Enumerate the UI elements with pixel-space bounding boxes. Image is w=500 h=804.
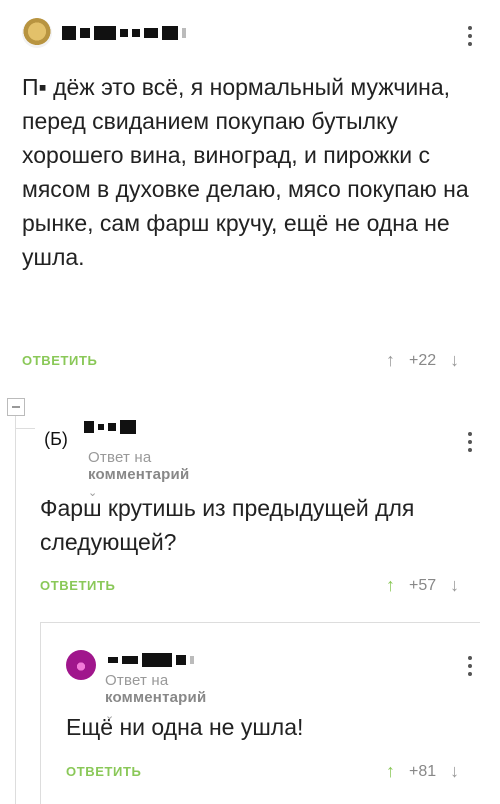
comment-text: Фарш крутишь из предыдущей для следующей… (40, 495, 415, 555)
comment-text: П▪ дёж это всё, я нормальный мужчина, пе… (22, 74, 469, 270)
vote-count: +57 (409, 576, 437, 594)
arrow-down-icon[interactable]: ↓ (450, 350, 459, 371)
arrow-up-icon[interactable]: ↑ (386, 575, 395, 596)
vote-count: +81 (409, 762, 437, 780)
kebab-menu-icon[interactable] (467, 432, 473, 452)
vote-count: +22 (409, 351, 437, 369)
arrow-down-icon[interactable]: ↓ (450, 575, 459, 596)
kebab-menu-icon[interactable] (467, 26, 473, 46)
reply-to-prefix: Ответ на (105, 672, 169, 689)
vote-controls: ↑ +22 ↓ (386, 350, 459, 371)
reply-to-prefix: Ответ на (88, 449, 152, 466)
username-redacted[interactable] (108, 653, 194, 667)
comment-header: (Б) (40, 418, 136, 450)
username-redacted[interactable] (62, 26, 186, 40)
arrow-up-icon[interactable]: ↑ (386, 761, 395, 782)
arrow-up-icon[interactable]: ↑ (386, 350, 395, 371)
reply-button[interactable]: ОТВЕТИТЬ (22, 353, 97, 368)
username-redacted[interactable] (84, 420, 136, 434)
collapse-thread-icon[interactable] (7, 398, 25, 416)
comment-text: Ещё ни одна не ушла! (66, 714, 304, 740)
arrow-down-icon[interactable]: ↓ (450, 761, 459, 782)
comment-header (22, 18, 186, 48)
reply-button[interactable]: ОТВЕТИТЬ (66, 764, 141, 779)
kebab-menu-icon[interactable] (467, 656, 473, 676)
thread-connector (15, 428, 35, 429)
thread-line (40, 622, 41, 804)
thread-connector (40, 622, 480, 623)
reply-to-target: комментарий (88, 466, 190, 483)
thread-line (15, 416, 16, 804)
avatar-letter: (Б) (44, 429, 68, 449)
avatar[interactable]: (Б) (40, 418, 72, 450)
avatar[interactable] (22, 18, 52, 48)
reply-button[interactable]: ОТВЕТИТЬ (40, 578, 115, 593)
vote-controls: ↑ +81 ↓ (386, 761, 459, 782)
avatar[interactable] (66, 650, 96, 680)
reply-to-target: комментарий (105, 689, 207, 706)
vote-controls: ↑ +57 ↓ (386, 575, 459, 596)
